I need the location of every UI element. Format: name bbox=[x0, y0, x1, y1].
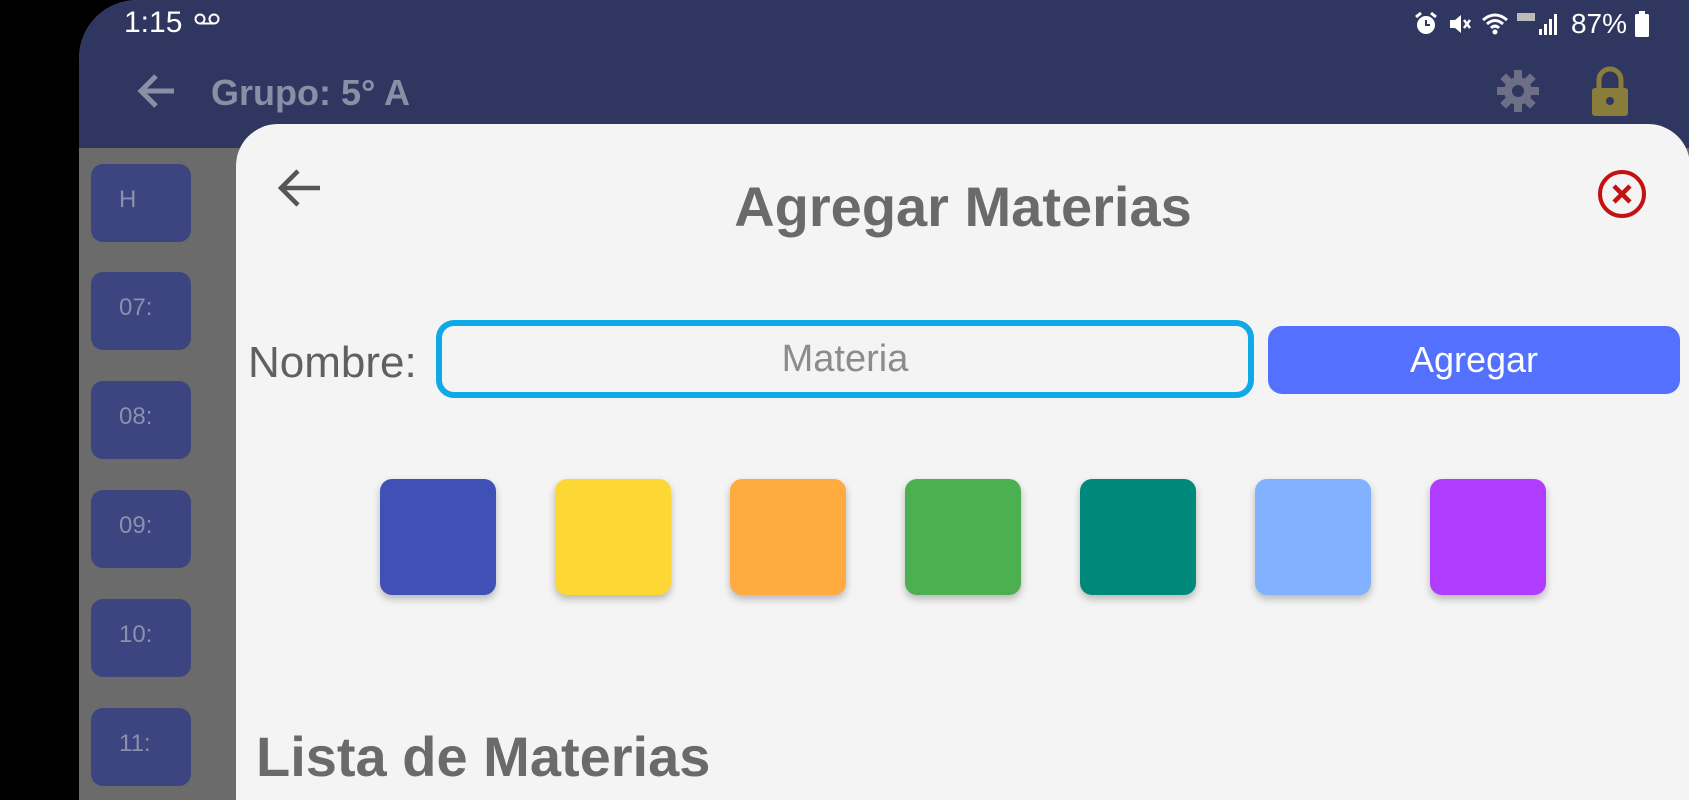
schedule-row: H bbox=[91, 164, 191, 242]
dialog-title: Agregar Materias bbox=[734, 175, 1192, 238]
voicemail-icon bbox=[194, 13, 220, 25]
signal-icon bbox=[1516, 13, 1557, 35]
color-swatch-light-blue[interactable] bbox=[1255, 479, 1371, 595]
close-icon[interactable] bbox=[1596, 168, 1648, 220]
status-icons: 87% bbox=[1413, 8, 1649, 40]
color-swatch-orange[interactable] bbox=[730, 479, 846, 595]
color-picker bbox=[380, 479, 1546, 595]
subjects-list-title: Lista de Materias bbox=[256, 725, 711, 788]
color-swatch-yellow[interactable] bbox=[555, 479, 671, 595]
battery-icon bbox=[1635, 11, 1649, 37]
schedule-row: 10: bbox=[91, 599, 191, 677]
color-swatch-purple[interactable] bbox=[1430, 479, 1546, 595]
color-swatch-indigo[interactable] bbox=[380, 479, 496, 595]
subject-name-input[interactable] bbox=[436, 320, 1254, 398]
alarm-icon bbox=[1415, 11, 1437, 34]
wifi-icon bbox=[1481, 13, 1508, 35]
schedule-row: 08: bbox=[91, 381, 191, 459]
mute-icon bbox=[1449, 15, 1471, 33]
add-subjects-dialog: Agregar Materias Nombre: Agregar Lista d… bbox=[236, 124, 1689, 800]
name-label: Nombre: bbox=[248, 338, 417, 387]
schedule-row: 09: bbox=[91, 490, 191, 568]
schedule-row: 11: bbox=[91, 708, 191, 786]
device-screen: 1:15 87% Grupo: 5° A H 07: 08: 09: 10: 1… bbox=[79, 0, 1689, 800]
color-swatch-teal[interactable] bbox=[1080, 479, 1196, 595]
back-arrow-icon[interactable] bbox=[134, 68, 180, 114]
group-title: Grupo: 5° A bbox=[211, 72, 411, 113]
status-bar: 1:15 87% bbox=[79, 0, 1689, 48]
schedule-row: 07: bbox=[91, 272, 191, 350]
battery-percent: 87% bbox=[1570, 8, 1627, 39]
add-button[interactable]: Agregar bbox=[1268, 326, 1680, 394]
gear-icon[interactable] bbox=[1495, 68, 1541, 114]
color-swatch-green[interactable] bbox=[905, 479, 1021, 595]
status-time: 1:15 bbox=[124, 6, 183, 39]
lock-icon[interactable] bbox=[1589, 66, 1631, 118]
